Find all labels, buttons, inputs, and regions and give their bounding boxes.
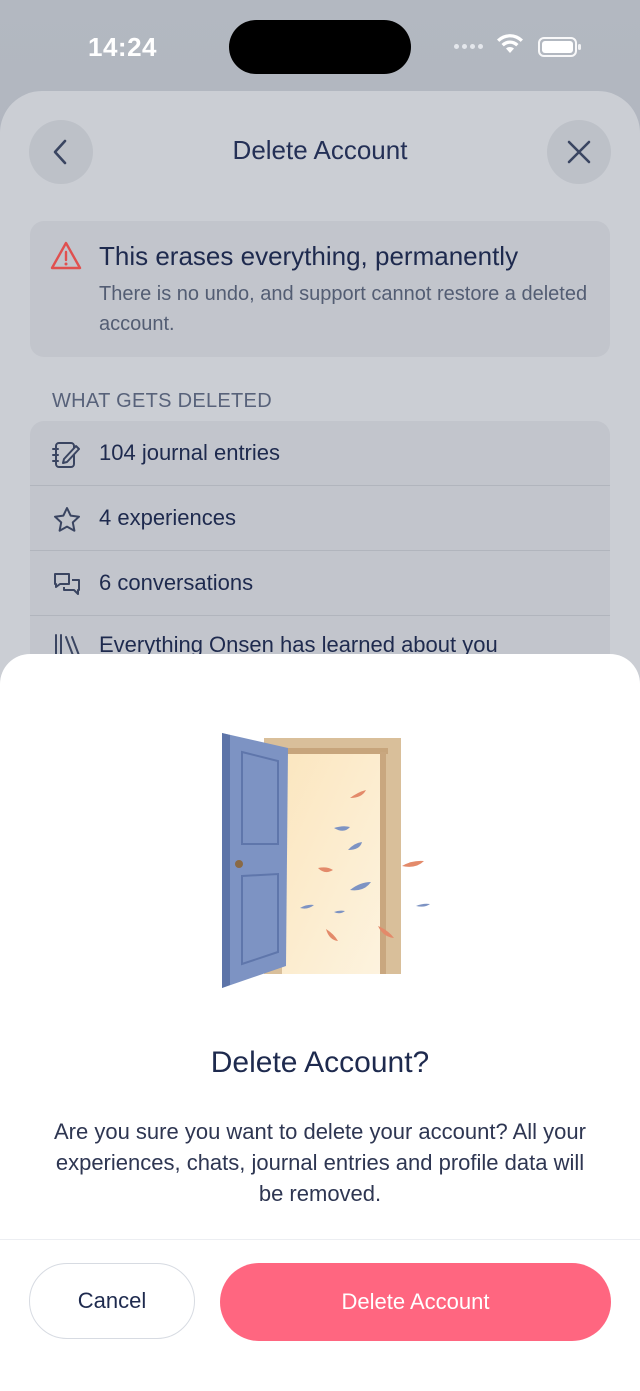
deleted-items-list: 104 journal entries 4 experiences 6 conv… xyxy=(30,421,610,681)
journal-icon xyxy=(52,442,80,468)
modal-title: Delete Account? xyxy=(210,1046,430,1079)
list-item-label: 104 journal entries xyxy=(99,440,281,465)
open-door-illustration xyxy=(222,733,430,988)
star-icon xyxy=(54,507,80,532)
modal-message: Are you sure you want to delete your acc… xyxy=(54,1119,586,1206)
section-label: WHAT GETS DELETED xyxy=(52,390,272,412)
chat-bubbles-icon xyxy=(54,573,80,595)
warning-subtitle: There is no undo, and support cannot res… xyxy=(99,283,588,335)
list-item: 104 journal entries xyxy=(30,421,610,485)
close-button[interactable] xyxy=(547,120,611,184)
warning-card: This erases everything, permanently Ther… xyxy=(30,221,610,357)
list-item-label: 4 experiences xyxy=(99,505,236,530)
status-bar: 14:24 xyxy=(0,0,640,92)
status-time: 14:24 xyxy=(88,32,157,62)
battery-icon xyxy=(538,37,581,57)
dynamic-island xyxy=(229,20,411,74)
delete-confirmation-modal: Delete Account? Are you sure you want to… xyxy=(0,654,640,1391)
wifi-icon xyxy=(497,34,523,53)
list-item: 4 experiences xyxy=(30,486,610,550)
warning-icon xyxy=(50,241,82,270)
delete-account-button[interactable]: Delete Account xyxy=(220,1263,611,1341)
close-icon xyxy=(567,140,591,164)
cellular-signal-icon xyxy=(454,44,483,49)
page-title: Delete Account xyxy=(232,135,408,165)
list-item-label: 6 conversations xyxy=(99,570,254,595)
divider xyxy=(0,1239,640,1240)
list-item: 6 conversations xyxy=(30,551,610,615)
warning-title: This erases everything, permanently xyxy=(99,241,519,271)
cancel-button[interactable]: Cancel xyxy=(29,1263,195,1339)
